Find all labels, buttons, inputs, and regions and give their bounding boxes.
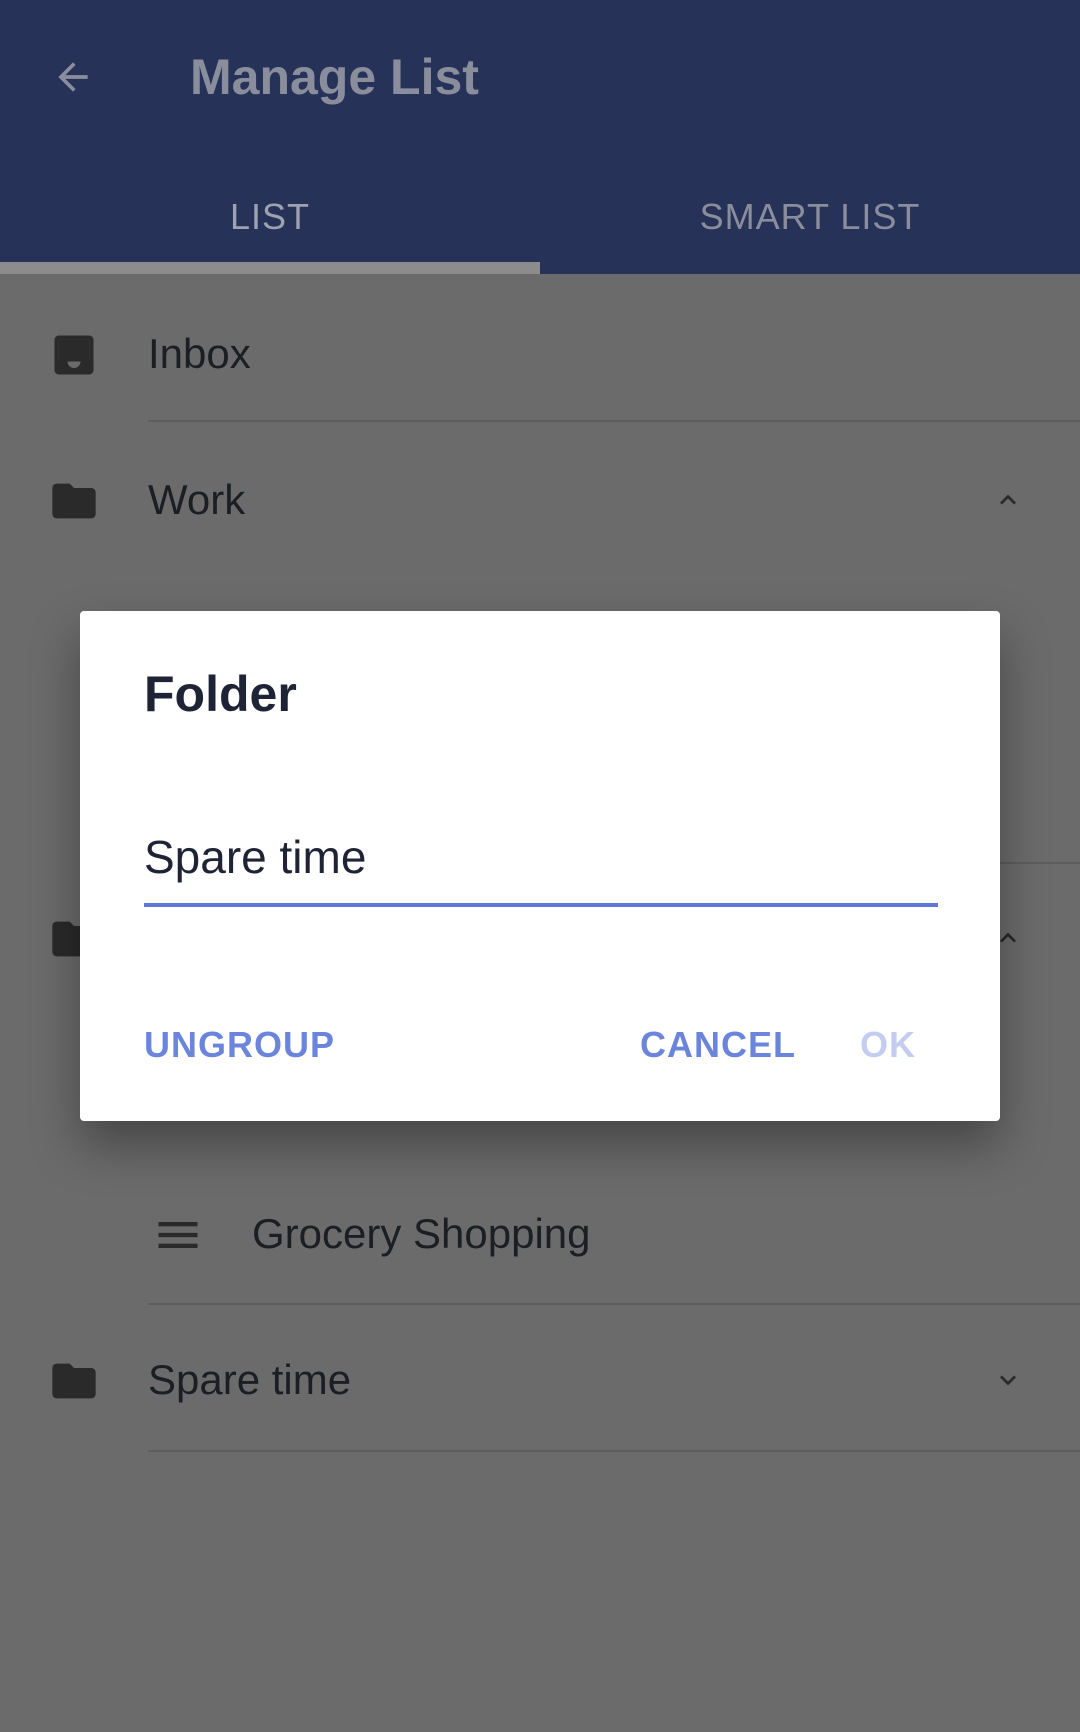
divider <box>148 1303 1080 1305</box>
inbox-icon <box>54 335 94 375</box>
cancel-button[interactable]: CANCEL <box>640 1015 796 1075</box>
chevron-up-icon[interactable] <box>990 484 1026 516</box>
dialog-title: Folder <box>144 666 297 722</box>
list-item-spare-time[interactable]: Spare time <box>0 1308 1080 1452</box>
arrow-left-icon <box>58 62 88 92</box>
tab-indicator <box>0 262 540 274</box>
back-button[interactable] <box>40 44 106 110</box>
inbox-label: Inbox <box>148 330 251 377</box>
folder-name-input[interactable] <box>144 811 938 907</box>
chevron-down-icon[interactable] <box>990 1364 1026 1396</box>
spare-time-label: Spare time <box>148 1356 352 1403</box>
ungroup-button[interactable]: UNGROUP <box>144 1015 335 1075</box>
tab-list[interactable]: LIST <box>0 160 540 274</box>
app-bar: Manage List LIST SMART LIST <box>0 0 1080 274</box>
page-title: Manage List <box>190 49 479 105</box>
tab-bar: LIST SMART LIST <box>0 160 1080 274</box>
list-lines-icon <box>158 1222 198 1248</box>
tab-smart-list[interactable]: SMART LIST <box>540 160 1080 274</box>
divider <box>148 1450 1080 1452</box>
grocery-label: Grocery Shopping <box>252 1210 591 1257</box>
list-item-inbox[interactable]: Inbox <box>0 282 1080 426</box>
folder-dialog: Folder UNGROUP CANCEL OK <box>80 611 1000 1121</box>
divider <box>148 420 1080 422</box>
ok-button[interactable]: OK <box>860 1015 916 1075</box>
work-label: Work <box>148 476 246 523</box>
list-item-work[interactable]: Work <box>0 428 1080 572</box>
list-item-grocery[interactable]: Grocery Shopping <box>0 1162 1080 1306</box>
folder-icon <box>52 483 96 519</box>
folder-icon <box>52 1363 96 1399</box>
